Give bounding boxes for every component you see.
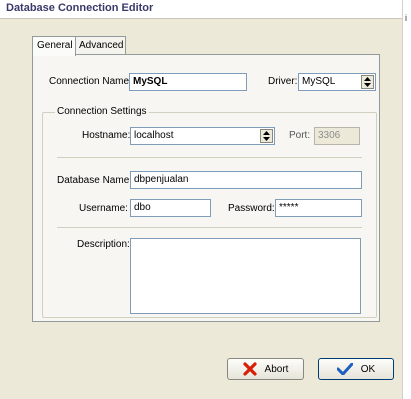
checkmark-icon [336, 363, 353, 375]
description-label: Description: [77, 239, 130, 250]
port-label: Port: [289, 130, 311, 141]
database-name-input[interactable]: dbpenjualan [130, 171, 362, 189]
connection-settings-title: Connection Settings [55, 106, 149, 117]
database-name-label: Database Name: [57, 175, 133, 186]
title-bar[interactable]: Database Connection Editor [0, 0, 402, 19]
hostname-select[interactable]: localhost [130, 127, 275, 145]
edge-mark: i [405, 13, 407, 23]
settings-divider-2 [57, 227, 362, 228]
driver-dropdown-button[interactable] [361, 75, 374, 89]
username-input[interactable]: dbo [130, 199, 211, 217]
updown-arrows-icon [263, 131, 270, 141]
driver-select-value: MySQL [302, 76, 336, 87]
ok-button[interactable]: OK [318, 358, 394, 380]
description-textarea[interactable] [130, 238, 361, 314]
settings-divider [57, 157, 362, 158]
password-input[interactable]: ***** [275, 199, 362, 217]
hostname-select-value: localhost [134, 130, 174, 141]
tab-advanced-label: Advanced [79, 40, 124, 51]
abort-button-label: Abort [264, 363, 289, 375]
dialog-window: Database Connection Editor General Advan… [0, 0, 403, 399]
driver-label: Driver: [268, 76, 298, 87]
password-label: Password: [228, 203, 275, 214]
connection-name-label: Connection Name: [49, 76, 132, 87]
username-label: Username: [79, 203, 128, 214]
updown-arrows-icon [364, 77, 371, 87]
tab-general[interactable]: General [32, 36, 76, 56]
hostname-dropdown-button[interactable] [260, 129, 273, 143]
abort-button[interactable]: Abort [227, 358, 304, 380]
red-x-icon [242, 362, 257, 376]
port-input[interactable]: 3306 [314, 127, 360, 145]
tab-general-label: General [37, 40, 73, 51]
general-panel: Connection Name: MySQL Driver: MySQL Con… [32, 54, 380, 322]
tab-advanced[interactable]: Advanced [74, 36, 126, 55]
hostname-label: Hostname: [82, 130, 131, 141]
driver-select[interactable]: MySQL [298, 73, 376, 91]
ok-button-label: OK [360, 363, 376, 375]
window-title: Database Connection Editor [6, 2, 154, 14]
connection-name-input[interactable]: MySQL [129, 73, 247, 91]
